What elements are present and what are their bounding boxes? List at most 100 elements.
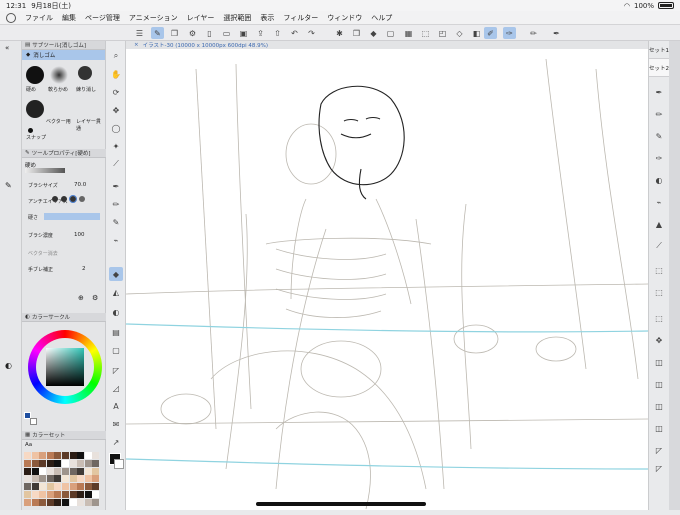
canvas-tab[interactable]: × イラスト-30 (10000 x 10000px 600dpi 48.9%) [126,41,648,49]
quick-bucket-icon[interactable]: ▲ [652,217,666,231]
menu-window[interactable]: ウィンドウ [327,13,362,23]
color-swatch[interactable] [39,467,47,475]
color-swatch[interactable] [69,498,77,506]
quick-select-icon[interactable]: ⬚ [652,311,666,325]
airbrush-tool-icon[interactable]: ⌁ [109,233,123,247]
color-swatch[interactable] [39,491,47,498]
quick-triangle-icon[interactable]: ◸ [652,461,666,475]
eyedropper-icon[interactable]: ⟋ [109,157,123,171]
color-swatch[interactable] [69,459,77,467]
color-swatch[interactable] [84,459,92,467]
color-swatch[interactable] [92,483,100,491]
menu-animation[interactable]: アニメーション [129,13,178,23]
app-logo-icon[interactable] [6,12,16,23]
color-swatch[interactable] [54,491,62,498]
saturation-square[interactable] [46,348,84,386]
quick-ruler-icon[interactable]: ◸ [652,443,666,457]
color-picker-icon[interactable]: ✒ [550,27,563,39]
quick-move-icon[interactable]: ✥ [652,333,666,347]
color-swatch[interactable] [54,452,62,459]
quick-select-rect-icon[interactable]: ⬚ [652,263,666,277]
color-swatch[interactable] [92,491,100,498]
sub-color-chip[interactable] [114,459,124,469]
color-swatch[interactable] [92,498,100,506]
invert-icon[interactable]: ◧ [470,27,483,39]
color-swatch[interactable] [31,475,39,483]
fill-icon[interactable]: ◆ [367,27,380,39]
color-swatch[interactable] [62,467,69,475]
color-swatch[interactable] [77,483,85,491]
color-swatch[interactable] [46,491,54,498]
color-swatch[interactable] [31,452,39,459]
gradient-tool-icon[interactable]: ▤ [109,325,123,339]
menu-selection[interactable]: 選択範囲 [223,13,251,23]
fill-tool-icon[interactable]: ◐ [109,305,123,319]
color-swatch[interactable] [69,491,77,498]
stabilize-value[interactable]: 2 [82,266,86,272]
menu-edit[interactable]: 編集 [62,13,76,23]
color-swatch[interactable] [31,498,39,506]
color-swatch[interactable] [84,498,92,506]
pencil-quick-icon[interactable]: ✏ [527,27,540,39]
sub-color-swatch[interactable] [30,418,37,425]
color-swatch[interactable] [84,467,92,475]
color-swatch[interactable] [54,459,62,467]
color-swatch[interactable] [69,475,77,483]
home-indicator[interactable] [256,502,426,506]
antialias-options[interactable] [52,195,85,203]
color-swatch[interactable] [92,475,100,483]
blend-tool-icon[interactable]: ◭ [109,285,123,299]
collapse-icon[interactable]: « [5,44,9,52]
color-wheel-dock-icon[interactable]: ◐ [5,361,12,370]
quick-warp-icon[interactable]: ◫ [652,421,666,435]
color-swatch[interactable] [77,467,85,475]
quick-transform-icon[interactable]: ◫ [652,355,666,369]
color-swatch[interactable] [62,491,69,498]
color-swatch[interactable] [92,459,100,467]
tab-set1[interactable]: セット1 [649,41,669,59]
brush-preview-soft[interactable] [50,66,68,84]
deselect-icon[interactable]: ⬚ [419,27,432,39]
color-swatch[interactable] [24,475,31,483]
color-swatch[interactable] [46,452,54,459]
brush-preview-kneaded[interactable] [78,66,92,80]
color-swatch[interactable] [84,491,92,498]
quick-brush-icon[interactable]: ✎ [652,129,666,143]
frame-tool-icon[interactable]: ◸ [109,363,123,377]
brush-tool-icon[interactable]: ✎ [109,215,123,229]
color-swatch[interactable] [54,467,62,475]
menu-view[interactable]: 表示 [260,13,274,23]
hue-ring[interactable] [28,330,102,404]
color-swatch[interactable] [24,491,31,498]
lasso-icon[interactable]: ◯ [109,121,123,135]
reset-icon[interactable]: ⊕ [78,294,84,302]
hardness-slider[interactable] [44,213,100,220]
transform-icon[interactable]: ◇ [453,27,466,39]
color-swatch[interactable] [69,452,77,459]
quick-marker-icon[interactable]: ✑ [652,151,666,165]
density-value[interactable]: 100 [74,232,85,238]
close-tab-icon[interactable]: × [134,42,139,48]
edit-icon[interactable]: ✎ [151,27,164,39]
color-swatch[interactable] [77,459,85,467]
pencil-tool-icon[interactable]: ✏ [109,197,123,211]
hamburger-menu-icon[interactable]: ☰ [133,27,146,39]
menu-page[interactable]: ページ管理 [85,13,120,23]
color-swatch[interactable] [69,483,77,491]
magic-wand-icon[interactable]: ✦ [109,139,123,153]
rotate-icon[interactable]: ⟳ [109,85,123,99]
zoom-icon[interactable]: ⌕ [109,49,123,63]
color-swatch[interactable] [62,483,69,491]
quick-fill-icon[interactable]: ◐ [652,173,666,187]
color-swatch[interactable] [39,475,47,483]
export-icon[interactable]: ⇪ [254,27,267,39]
color-swatch[interactable] [62,475,69,483]
color-swatch[interactable] [46,483,54,491]
menu-help[interactable]: ヘルプ [371,13,392,23]
color-swatch[interactable] [24,467,31,475]
color-swatch[interactable] [77,498,85,506]
correct-line-tool-icon[interactable]: ↗ [109,435,123,449]
color-swatch[interactable] [46,498,54,506]
color-swatch[interactable] [77,475,85,483]
pen-tool-icon[interactable]: ✒ [109,179,123,193]
